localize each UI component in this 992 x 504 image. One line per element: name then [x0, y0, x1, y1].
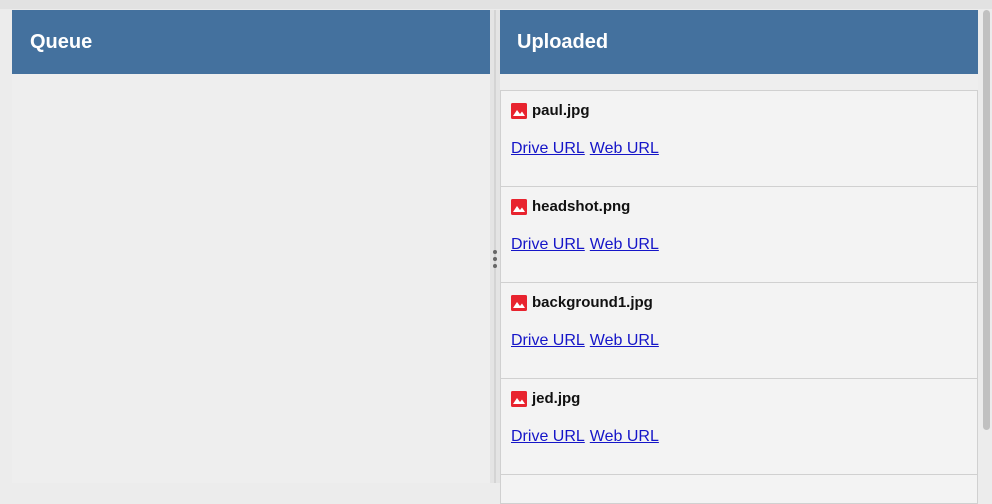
list-item: jed.jpg Drive URL Web URL — [500, 378, 978, 474]
web-url-link[interactable]: Web URL — [590, 140, 659, 157]
file-name: jed.jpg — [532, 390, 581, 407]
list-item — [500, 474, 978, 504]
file-links: Drive URL Web URL — [511, 332, 664, 350]
file-links: Drive URL Web URL — [511, 428, 664, 446]
divider-line — [494, 10, 496, 483]
scrollbar-thumb[interactable] — [983, 10, 990, 430]
image-icon — [511, 198, 527, 215]
list-item: background1.jpg Drive URL Web URL — [500, 282, 978, 378]
file-name: headshot.png — [532, 198, 631, 215]
queue-panel: Queue — [12, 10, 490, 483]
drive-url-link[interactable]: Drive URL — [511, 236, 585, 253]
uploaded-header: Uploaded — [500, 10, 978, 74]
file-name-row: paul.jpg — [511, 102, 590, 119]
web-url-link[interactable]: Web URL — [590, 236, 659, 253]
queue-header: Queue — [12, 10, 490, 74]
file-name-row: jed.jpg — [511, 390, 580, 407]
top-strip — [0, 0, 992, 9]
uploaded-file-list: paul.jpg Drive URL Web URL headshot.png D… — [500, 90, 978, 504]
drive-url-link[interactable]: Drive URL — [511, 332, 585, 349]
file-name: background1.jpg — [532, 294, 653, 311]
vertical-dots-icon[interactable] — [493, 250, 497, 270]
image-icon — [511, 102, 527, 119]
file-links: Drive URL Web URL — [511, 236, 664, 254]
image-icon — [511, 294, 527, 311]
web-url-link[interactable]: Web URL — [590, 332, 659, 349]
file-name: paul.jpg — [532, 102, 590, 119]
scrollbar[interactable] — [980, 10, 992, 483]
file-name-row: background1.jpg — [511, 294, 653, 311]
image-icon — [511, 390, 527, 407]
drive-url-link[interactable]: Drive URL — [511, 428, 585, 445]
web-url-link[interactable]: Web URL — [590, 428, 659, 445]
list-item: paul.jpg Drive URL Web URL — [500, 90, 978, 186]
file-links: Drive URL Web URL — [511, 140, 664, 158]
uploaded-panel: Uploaded paul.jpg Drive URL Web URL heads… — [500, 10, 978, 504]
list-item: headshot.png Drive URL Web URL — [500, 186, 978, 282]
panel-divider[interactable] — [490, 10, 500, 483]
drive-url-link[interactable]: Drive URL — [511, 140, 585, 157]
file-name-row: headshot.png — [511, 198, 630, 215]
